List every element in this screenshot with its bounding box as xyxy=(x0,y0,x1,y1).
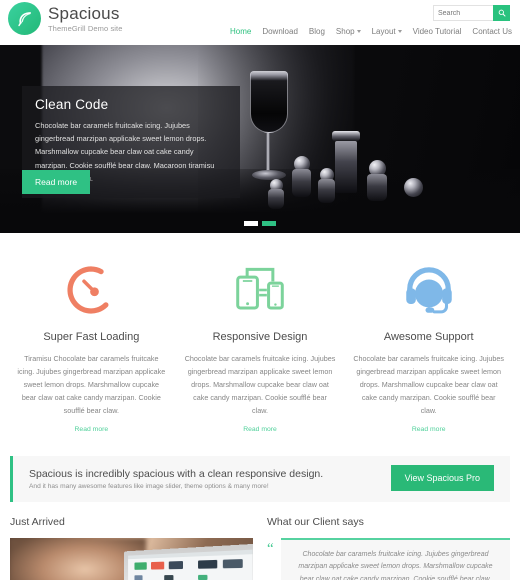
speedometer-icon xyxy=(16,259,167,321)
quote-icon: “ xyxy=(267,540,274,557)
testimonial-text: Chocolate bar caramels fruitcake icing. … xyxy=(298,550,493,580)
nav-item-layout[interactable]: Layout xyxy=(372,27,402,36)
slider-dot-1[interactable] xyxy=(244,221,258,226)
nav-item-contact-us[interactable]: Contact Us xyxy=(472,27,512,36)
responsive-devices-icon xyxy=(185,259,336,321)
slider-dot-2[interactable] xyxy=(262,221,276,226)
nav-item-video-tutorial[interactable]: Video Tutorial xyxy=(413,27,462,36)
cta-section: Spacious is incredibly spacious with a c… xyxy=(0,450,520,502)
feature-read-more-link[interactable]: Read more xyxy=(243,426,277,433)
feature-text: Chocolate bar caramels fruitcake icing. … xyxy=(184,354,336,416)
nav-item-label: Blog xyxy=(308,27,325,36)
brand-subtitle: ThemeGrill Demo site xyxy=(48,23,123,33)
feature-title: Awesome Support xyxy=(383,331,474,343)
nav-item-label: Contact Us xyxy=(472,27,512,36)
leaf-icon xyxy=(8,2,41,35)
search-button[interactable] xyxy=(493,5,510,21)
cta-subtitle: And it has many awesome features like im… xyxy=(29,482,269,490)
search-icon xyxy=(498,9,505,17)
search-box[interactable] xyxy=(433,5,510,21)
main-navigation[interactable]: Home Download Blog Shop Layout Video Tutorial… xyxy=(230,27,512,36)
nav-item-shop[interactable]: Shop xyxy=(336,27,361,36)
search-input[interactable] xyxy=(433,5,493,21)
nav-item-download[interactable]: Download xyxy=(262,27,298,36)
nav-item-label: Home xyxy=(229,27,252,36)
nav-item-label: Layout xyxy=(371,27,396,36)
feature-read-more-link[interactable]: Read more xyxy=(412,426,446,433)
bottom-section: Just Arrived What our Client says “ Choc… xyxy=(0,502,520,580)
features-section: Super Fast Loading Tiramisu Chocolate bar… xyxy=(0,233,520,450)
chevron-down-icon xyxy=(397,30,402,33)
chess-rook-decor xyxy=(332,131,360,193)
slider-caption-title: Clean Code xyxy=(35,97,109,112)
chevron-down-icon xyxy=(356,30,361,33)
nav-item-blog[interactable]: Blog xyxy=(309,27,325,36)
brand-title: Spacious xyxy=(48,4,120,24)
testimonial-column: What our Client says “ Chocolate bar car… xyxy=(267,516,510,580)
cta-title: Spacious is incredibly spacious with a c… xyxy=(29,467,324,480)
chess-ball-decor xyxy=(404,178,423,197)
wine-glass-decor xyxy=(246,71,292,189)
view-spacious-pro-button[interactable]: View Spacious Pro xyxy=(390,464,494,491)
cta-banner: Spacious is incredibly spacious with a c… xyxy=(10,455,510,502)
feature-card: Awesome Support Chocolate bar caramels fr… xyxy=(347,259,510,436)
nav-item-label: Video Tutorial xyxy=(412,27,462,36)
feature-read-more-link[interactable]: Read more xyxy=(75,426,109,433)
chess-pawn-decor xyxy=(292,156,311,197)
feature-card: Responsive Design Chocolate bar caramels … xyxy=(179,259,342,436)
just-arrived-post-image[interactable] xyxy=(10,537,253,580)
nav-item-home[interactable]: Home xyxy=(230,27,251,36)
feature-title: Responsive Design xyxy=(212,331,308,343)
chess-pawn-decor xyxy=(268,179,284,209)
nav-item-label: Shop xyxy=(335,27,355,36)
chess-pawn-decor xyxy=(367,160,387,201)
feature-text: Tiramisu Chocolate bar caramels fruitcak… xyxy=(17,354,166,416)
brand[interactable]: Spacious ThemeGrill Demo site xyxy=(8,2,123,35)
just-arrived-title: Just Arrived xyxy=(10,515,65,528)
slider-pagination[interactable] xyxy=(244,221,276,226)
feature-card: Super Fast Loading Tiramisu Chocolate bar… xyxy=(10,259,173,436)
testimonial-title: What our Client says xyxy=(267,515,364,528)
feature-title: Super Fast Loading xyxy=(43,331,140,343)
hero-slider[interactable]: Clean Code Chocolate bar caramels fruitc… xyxy=(0,45,520,233)
site-header: Spacious ThemeGrill Demo site Home Downlo… xyxy=(0,0,520,45)
slider-read-more-button[interactable]: Read more xyxy=(22,170,91,194)
feature-text: Chocolate bar caramels fruitcake icing. … xyxy=(353,354,504,416)
nav-item-label: Download xyxy=(262,27,298,36)
testimonial-card: “ Chocolate bar caramels fruitcake icing… xyxy=(267,537,510,580)
just-arrived-column: Just Arrived xyxy=(10,516,253,580)
headset-icon xyxy=(353,259,504,321)
